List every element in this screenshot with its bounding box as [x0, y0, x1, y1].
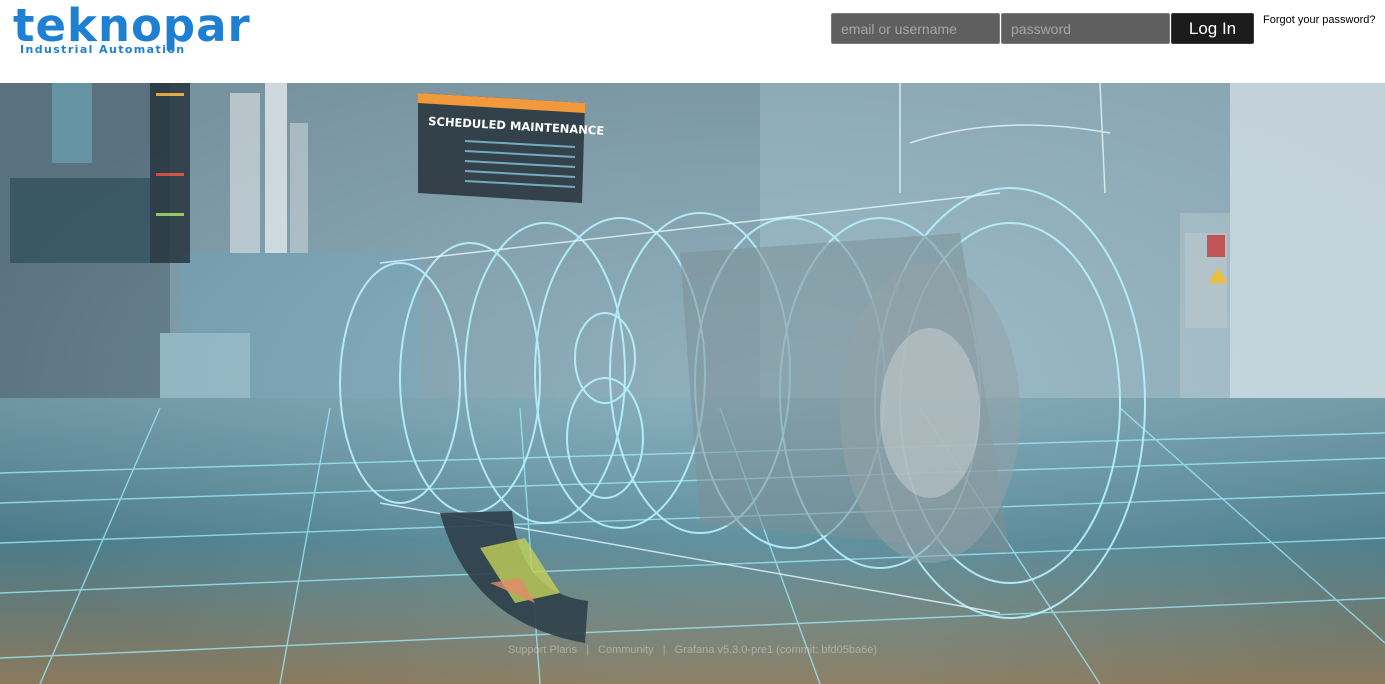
footer-separator: | — [586, 644, 589, 656]
hero-background-image: SCHEDULED MAINTENANCE Support Plans | Co… — [0, 83, 1385, 684]
footer-support-plans[interactable]: Support Plans — [508, 644, 577, 656]
footer-community[interactable]: Community — [598, 644, 654, 656]
username-input[interactable] — [831, 13, 1000, 44]
forgot-password-link[interactable]: Forgot your password? — [1263, 14, 1376, 26]
turbine-illustration: SCHEDULED MAINTENANCE — [0, 83, 1385, 684]
maintenance-board: SCHEDULED MAINTENANCE — [418, 93, 605, 203]
brand-logo: teknopar Industrial Automation — [13, 3, 283, 59]
brand-tagline: Industrial Automation — [20, 43, 186, 56]
top-bar: teknopar Industrial Automation Log In Fo… — [0, 0, 1385, 83]
password-input[interactable] — [1001, 13, 1170, 44]
footer-separator: | — [662, 644, 666, 656]
footer-links: Support Plans | Community | Grafana v5.3… — [0, 644, 1385, 656]
brand-name: teknopar — [13, 0, 251, 52]
login-button[interactable]: Log In — [1171, 13, 1254, 44]
footer-version: Grafana v5.3.0-pre1 (commit: bfd05ba6e) — [674, 644, 878, 656]
